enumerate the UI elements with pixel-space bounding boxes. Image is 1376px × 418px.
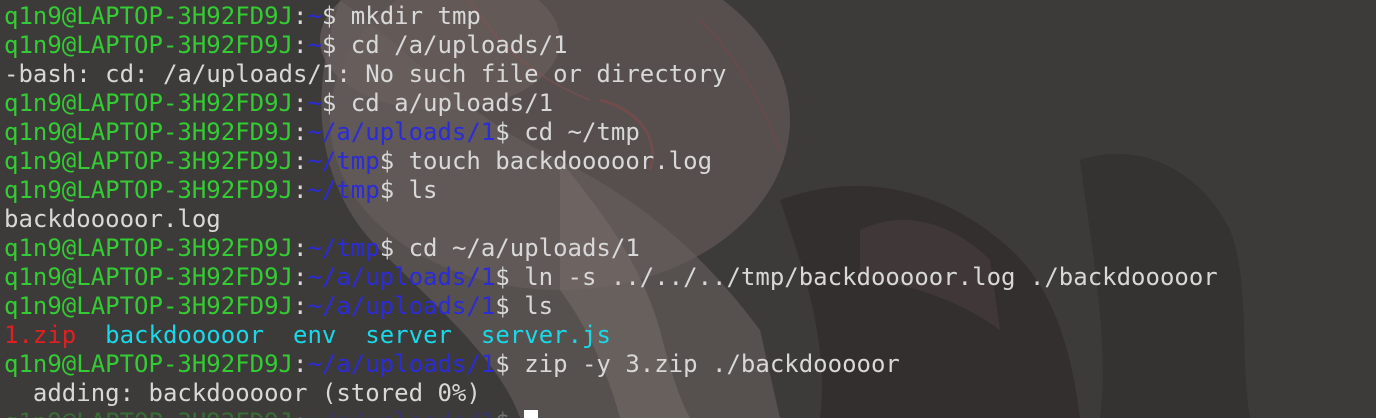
- prompt-user-host: q1n9@LAPTOP-3H92FD9J: [4, 263, 293, 291]
- prompt-user-host: q1n9@LAPTOP-3H92FD9J: [4, 176, 293, 204]
- prompt-dollar: $: [495, 350, 510, 378]
- prompt-line: q1n9@LAPTOP-3H92FD9J:~/tmp$ touch backdo…: [4, 147, 1218, 176]
- prompt-dollar: $: [321, 89, 337, 117]
- prompt-user-host: q1n9@LAPTOP-3H92FD9J: [4, 408, 293, 418]
- prompt-user-host: q1n9@LAPTOP-3H92FD9J: [4, 234, 293, 262]
- prompt-colon: :: [292, 263, 308, 291]
- prompt-colon: :: [292, 31, 308, 59]
- output-text: adding: backdooooor (stored 0%): [4, 379, 481, 407]
- ls-gap: [336, 321, 365, 349]
- prompt-line: q1n9@LAPTOP-3H92FD9J:~$ mkdir tmp: [4, 2, 1218, 31]
- prompt-user-host: q1n9@LAPTOP-3H92FD9J: [4, 147, 293, 175]
- prompt-path: ~/a/uploads/1: [307, 292, 496, 320]
- prompt-colon: :: [292, 176, 308, 204]
- terminal-output: q1n9@LAPTOP-3H92FD9J:~$ mkdir tmp q1n9@LA…: [4, 2, 1218, 418]
- command-text: mkdir tmp: [350, 2, 481, 30]
- prompt-path: ~/a/uploads/1: [307, 350, 496, 378]
- prompt-line: q1n9@LAPTOP-3H92FD9J:~/a/uploads/1$ zip …: [4, 350, 1218, 379]
- prompt-line: q1n9@LAPTOP-3H92FD9J:~/a/uploads/1$ ln -…: [4, 263, 1218, 292]
- prompt-path: ~/a/uploads/1: [307, 263, 496, 291]
- ls-gap: [452, 321, 481, 349]
- prompt-path: ~/a/uploads/1: [307, 408, 495, 418]
- ls-entry: server: [365, 321, 452, 349]
- ls-entry: backdooooor: [105, 321, 265, 349]
- output-text: backdooooor.log: [4, 205, 221, 233]
- prompt-user-host: q1n9@LAPTOP-3H92FD9J: [4, 31, 293, 59]
- prompt-path: ~: [307, 89, 322, 117]
- command-text: touch backdooooor.log: [408, 147, 713, 175]
- command-text: cd /a/uploads/1: [350, 31, 568, 59]
- prompt-colon: :: [292, 292, 308, 320]
- prompt-user-host: q1n9@LAPTOP-3H92FD9J: [4, 89, 293, 117]
- prompt-user-host: q1n9@LAPTOP-3H92FD9J: [4, 292, 293, 320]
- prompt-line: q1n9@LAPTOP-3H92FD9J:~/a/uploads/1$ cd ~…: [4, 118, 1218, 147]
- output-line: backdooooor.log: [4, 205, 1218, 234]
- prompt-colon: :: [292, 234, 308, 262]
- prompt-line: q1n9@LAPTOP-3H92FD9J:~$ cd a/uploads/1: [4, 89, 1218, 118]
- command-text: ls: [524, 292, 554, 320]
- ls-gap: [264, 321, 293, 349]
- prompt-user-host: q1n9@LAPTOP-3H92FD9J: [4, 118, 293, 146]
- ls-entry: env: [293, 321, 337, 349]
- ls-entry: 1.zip: [4, 321, 77, 349]
- prompt-line: q1n9@LAPTOP-3H92FD9J:~$ cd /a/uploads/1: [4, 31, 1218, 60]
- prompt-colon: :: [292, 2, 308, 30]
- prompt-line: q1n9@LAPTOP-3H92FD9J:~/a/uploads/1$ ls: [4, 292, 1218, 321]
- prompt-dollar: $: [379, 147, 395, 175]
- ls-output-line: 1.zip backdooooor env server server.js: [4, 321, 1218, 350]
- text-cursor[interactable]: [524, 410, 539, 418]
- prompt-dollar: $: [495, 292, 510, 320]
- prompt-dollar: $: [321, 31, 337, 59]
- command-text: cd ~/a/uploads/1: [408, 234, 640, 262]
- prompt-path: ~/tmp: [307, 147, 380, 175]
- prompt-dollar: $: [321, 2, 337, 30]
- prompt-colon: :: [292, 350, 308, 378]
- prompt-dollar: $: [379, 176, 395, 204]
- ls-entry: server.js: [480, 321, 611, 349]
- command-text: cd ~/tmp: [524, 118, 640, 146]
- command-text: cd a/uploads/1: [350, 89, 554, 117]
- output-line: adding: backdooooor (stored 0%): [4, 379, 1218, 408]
- terminal-window[interactable]: q1n9@LAPTOP-3H92FD9J:~$ mkdir tmp q1n9@LA…: [0, 0, 1376, 418]
- prompt-dollar: $: [495, 408, 509, 418]
- prompt-line: q1n9@LAPTOP-3H92FD9J:~/tmp$ ls: [4, 176, 1218, 205]
- output-line: -bash: cd: /a/uploads/1: No such file or…: [4, 60, 1218, 89]
- prompt-colon: :: [292, 147, 308, 175]
- prompt-line: q1n9@LAPTOP-3H92FD9J:~/a/uploads/1$: [4, 408, 1218, 418]
- prompt-path: ~/tmp: [307, 176, 380, 204]
- prompt-path: ~: [307, 31, 322, 59]
- prompt-colon: :: [293, 408, 307, 418]
- prompt-dollar: $: [379, 234, 395, 262]
- prompt-path: ~: [307, 2, 322, 30]
- prompt-colon: :: [292, 89, 308, 117]
- prompt-dollar: $: [495, 263, 510, 291]
- prompt-path: ~/tmp: [307, 234, 380, 262]
- prompt-path: ~/a/uploads/1: [307, 118, 496, 146]
- command-text: ln -s ../../../tmp/backdooooor.log ./bac…: [524, 263, 1218, 291]
- prompt-line: q1n9@LAPTOP-3H92FD9J:~/tmp$ cd ~/a/uploa…: [4, 234, 1218, 263]
- prompt-colon: :: [292, 118, 308, 146]
- prompt-user-host: q1n9@LAPTOP-3H92FD9J: [4, 350, 293, 378]
- ls-gap: [76, 321, 105, 349]
- output-text: -bash: cd: /a/uploads/1: No such file or…: [4, 60, 727, 88]
- prompt-user-host: q1n9@LAPTOP-3H92FD9J: [4, 2, 293, 30]
- prompt-dollar: $: [495, 118, 510, 146]
- command-text: ls: [408, 176, 438, 204]
- command-text: zip -y 3.zip ./backdooooor: [524, 350, 900, 378]
